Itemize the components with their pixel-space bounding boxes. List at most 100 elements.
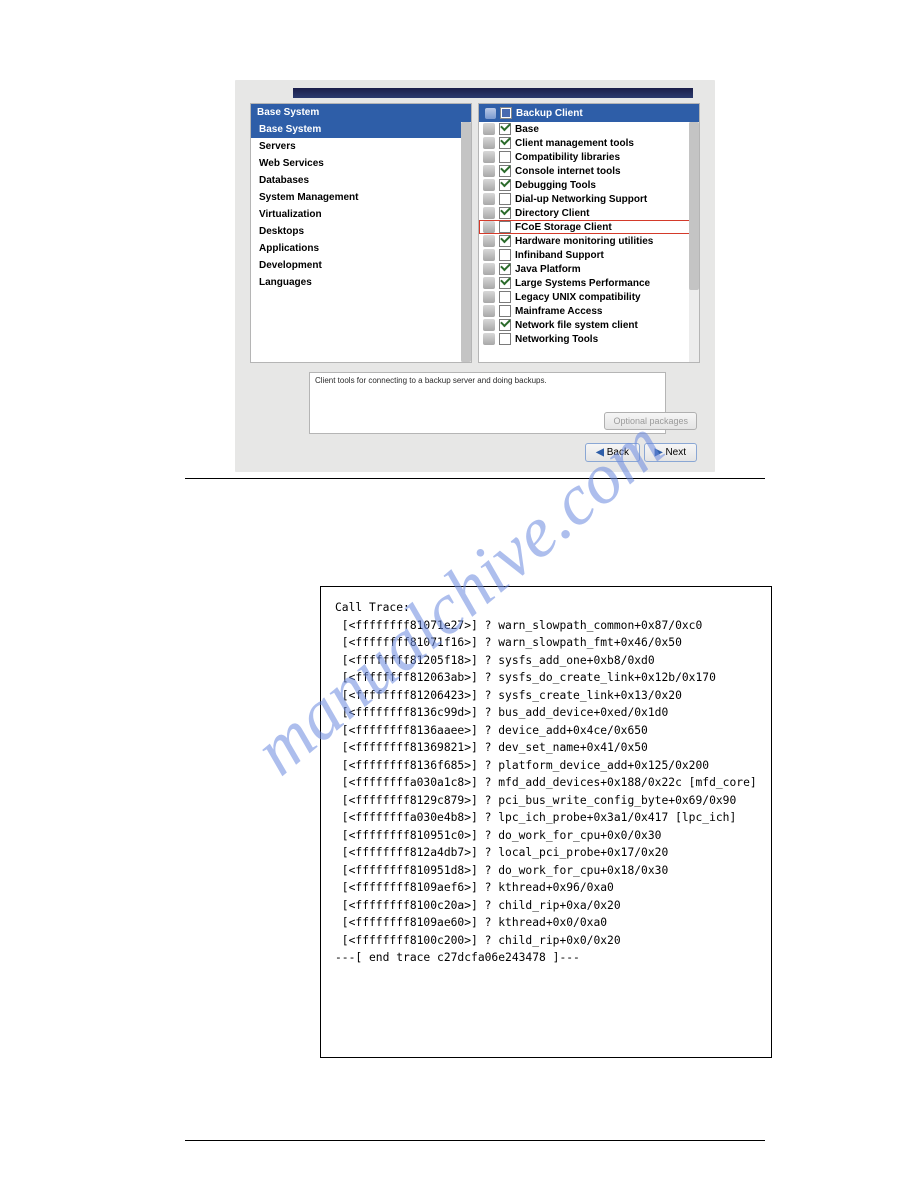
category-item[interactable]: Servers [251,138,471,155]
package-checkbox[interactable] [499,207,511,219]
optional-packages-button[interactable]: Optional packages [604,412,697,430]
package-row[interactable]: Mainframe Access [479,304,699,318]
call-trace-footer: ---[ end trace c27dcfa06e243478 ]--- [335,951,580,964]
package-label: Mainframe Access [515,306,602,317]
category-item[interactable]: Web Services [251,155,471,172]
package-icon [483,221,495,233]
package-selection-dialog: Base System Base SystemServersWeb Servic… [235,80,715,472]
package-row[interactable]: Compatibility libraries [479,150,699,164]
package-checkbox[interactable] [499,221,511,233]
package-label: Legacy UNIX compatibility [515,292,641,303]
horizontal-rule [185,478,765,479]
package-row[interactable]: Console internet tools [479,164,699,178]
package-header-label: Backup Client [516,108,583,119]
category-item[interactable]: Virtualization [251,206,471,223]
call-trace-box: Call Trace: [<ffffffff81071e27>] ? warn_… [320,586,772,1058]
package-checkbox[interactable] [499,179,511,191]
category-item[interactable]: Languages [251,274,471,291]
package-checkbox[interactable] [499,193,511,205]
category-item[interactable]: Base System [251,121,471,138]
package-row[interactable]: Legacy UNIX compatibility [479,290,699,304]
package-icon [483,123,495,135]
package-checkbox[interactable] [499,277,511,289]
package-icon [483,305,495,317]
package-row[interactable]: Debugging Tools [479,178,699,192]
package-label: Java Platform [515,264,581,275]
package-label: Networking Tools [515,334,598,345]
back-button-label: Back [607,447,629,458]
package-row[interactable]: Client management tools [479,136,699,150]
package-label: Base [515,124,539,135]
package-label: FCoE Storage Client [515,222,612,233]
package-row[interactable]: Infiniband Support [479,248,699,262]
package-group-icon [485,108,496,119]
package-checkbox[interactable] [499,333,511,345]
package-label: Directory Client [515,208,589,219]
package-checkbox[interactable] [499,319,511,331]
next-button-label: Next [665,447,686,458]
package-checkbox[interactable] [499,165,511,177]
package-label: Network file system client [515,320,638,331]
package-label: Debugging Tools [515,180,596,191]
package-list: Base Client management tools Compatibility… [479,122,699,362]
package-icon [483,277,495,289]
package-label: Client management tools [515,138,634,149]
next-button[interactable]: ▶ Next [644,443,697,462]
category-item[interactable]: System Management [251,189,471,206]
package-checkbox[interactable] [499,137,511,149]
horizontal-rule-bottom [185,1140,765,1141]
package-icon [483,333,495,345]
package-checkbox[interactable] [499,291,511,303]
category-item[interactable]: Applications [251,240,471,257]
package-icon [483,263,495,275]
category-item[interactable]: Databases [251,172,471,189]
category-list: Base SystemServersWeb ServicesDatabasesS… [251,121,471,291]
package-icon [483,179,495,191]
dialog-titlebar [293,88,693,98]
call-trace-body: [<ffffffff81071e27>] ? warn_slowpath_com… [335,619,757,947]
package-row[interactable]: Base [479,122,699,136]
category-scrollbar[interactable] [461,122,471,362]
package-icon [483,235,495,247]
package-checkbox[interactable] [499,249,511,261]
category-item[interactable]: Desktops [251,223,471,240]
package-row[interactable]: Hardware monitoring utilities [479,234,699,248]
category-item[interactable]: Development [251,257,471,274]
package-checkbox[interactable] [499,123,511,135]
package-row[interactable]: Network file system client [479,318,699,332]
package-row[interactable]: Networking Tools [479,332,699,346]
package-icon [483,249,495,261]
package-icon [483,207,495,219]
package-row[interactable]: FCoE Storage Client [479,220,699,234]
package-label: Compatibility libraries [515,152,620,163]
package-label: Hardware monitoring utilities [515,236,653,247]
package-row[interactable]: Dial-up Networking Support [479,192,699,206]
package-group-checkbox[interactable] [500,107,512,119]
package-label: Console internet tools [515,166,621,177]
package-checkbox[interactable] [499,235,511,247]
package-icon [483,319,495,331]
package-pane-header: Backup Client [479,104,699,122]
package-row[interactable]: Java Platform [479,262,699,276]
category-header-label: Base System [257,107,319,118]
package-scrollbar[interactable] [689,122,699,362]
category-pane-header: Base System [251,104,471,121]
package-row[interactable]: Large Systems Performance [479,276,699,290]
package-icon [483,137,495,149]
package-icon [483,151,495,163]
arrow-right-icon: ▶ [655,447,663,458]
category-pane: Base System Base SystemServersWeb Servic… [250,103,472,363]
arrow-left-icon: ◀ [596,447,604,458]
package-icon [483,165,495,177]
package-checkbox[interactable] [499,151,511,163]
package-icon [483,193,495,205]
package-checkbox[interactable] [499,305,511,317]
package-label: Large Systems Performance [515,278,650,289]
package-pane: Backup Client Base Client management tool… [478,103,700,363]
package-label: Infiniband Support [515,250,604,261]
package-row[interactable]: Directory Client [479,206,699,220]
call-trace-header: Call Trace: [335,601,410,614]
back-button[interactable]: ◀ Back [585,443,640,462]
package-checkbox[interactable] [499,263,511,275]
package-label: Dial-up Networking Support [515,194,647,205]
